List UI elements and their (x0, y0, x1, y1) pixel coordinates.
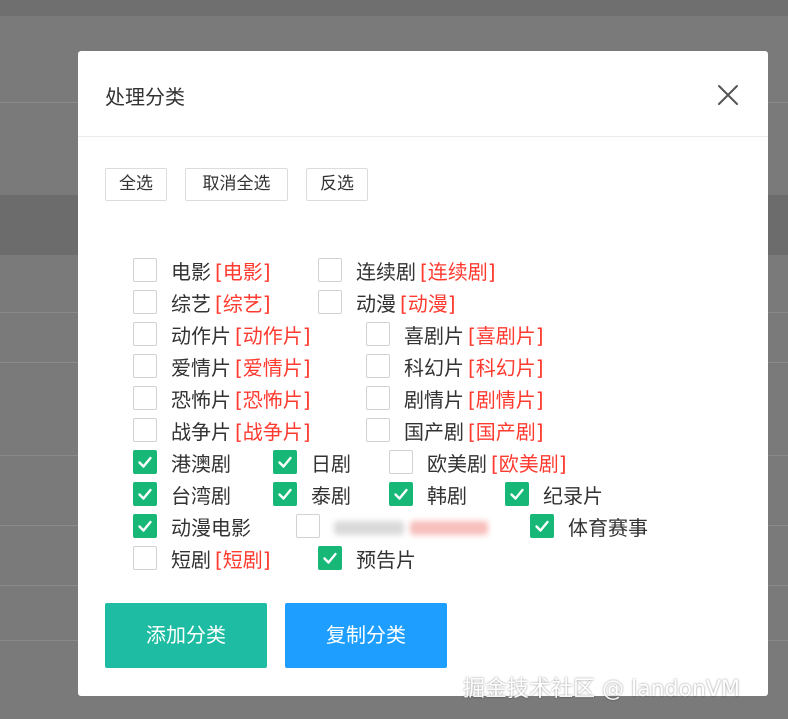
category-checkbox-item[interactable]: 短剧 [短剧] (133, 544, 271, 572)
checkbox-unchecked-icon[interactable] (133, 546, 157, 570)
category-checkbox-item[interactable]: 喜剧片 [喜剧片] (366, 320, 544, 348)
category-checkbox-item[interactable] (296, 512, 489, 540)
category-tag: [动作片] (235, 323, 311, 348)
category-checkbox-item[interactable]: 战争片 [战争片] (133, 416, 311, 444)
close-icon[interactable] (714, 81, 742, 109)
category-label: 预告片 (356, 547, 416, 572)
checkbox-checked-icon[interactable] (273, 450, 297, 474)
category-checkbox-item[interactable]: 纪录片 (505, 480, 603, 508)
category-label: 欧美剧 (427, 451, 487, 476)
checkbox-unchecked-icon[interactable] (133, 386, 157, 410)
category-label: 恐怖片 (171, 387, 231, 412)
category-tag: [国产剧] (468, 419, 544, 444)
category-label: 喜剧片 (404, 323, 464, 348)
category-checkbox-item[interactable]: 动漫电影 (133, 512, 251, 540)
deselect-all-button[interactable]: 取消全选 (185, 168, 288, 201)
select-all-button[interactable]: 全选 (105, 168, 167, 201)
category-tag: [战争片] (235, 419, 311, 444)
category-label: 综艺 (171, 291, 211, 316)
background-header (0, 0, 788, 16)
dialog-title: 处理分类 (105, 85, 185, 109)
category-checkbox-item[interactable]: 韩剧 (389, 480, 467, 508)
category-tag: [恐怖片] (235, 387, 311, 412)
category-tag: [科幻片] (468, 355, 544, 380)
category-checkbox-item[interactable]: 电影 [电影] (133, 256, 271, 284)
category-label: 战争片 (171, 419, 231, 444)
category-label: 国产剧 (404, 419, 464, 444)
category-label: 电影 (171, 259, 211, 284)
category-tag: [喜剧片] (468, 323, 544, 348)
copy-category-button[interactable]: 复制分类 (285, 603, 447, 668)
category-tag: [动漫] (400, 291, 456, 316)
category-label: 纪录片 (543, 483, 603, 508)
checkbox-unchecked-icon[interactable] (318, 258, 342, 282)
category-tag: [短剧] (215, 547, 271, 572)
checkbox-checked-icon[interactable] (389, 482, 413, 506)
obscured-category-label (334, 514, 489, 538)
checkbox-unchecked-icon[interactable] (133, 258, 157, 282)
category-checkbox-item[interactable]: 预告片 (318, 544, 416, 572)
category-tag: [剧情片] (468, 387, 544, 412)
category-checkbox-item[interactable]: 港澳剧 (133, 448, 231, 476)
watermark: 掘金技术社区 @ landonVM (463, 677, 740, 702)
checkbox-unchecked-icon[interactable] (133, 418, 157, 442)
add-category-button[interactable]: 添加分类 (105, 603, 267, 668)
category-checkbox-item[interactable]: 综艺 [综艺] (133, 288, 271, 316)
category-label: 动作片 (171, 323, 231, 348)
checkbox-unchecked-icon[interactable] (366, 354, 390, 378)
checkbox-checked-icon[interactable] (273, 482, 297, 506)
checkbox-unchecked-icon[interactable] (318, 290, 342, 314)
category-tag: [综艺] (215, 291, 271, 316)
category-label: 科幻片 (404, 355, 464, 380)
category-checkbox-item[interactable]: 体育赛事 (530, 512, 648, 540)
category-checkbox-item[interactable]: 动作片 [动作片] (133, 320, 311, 348)
checkbox-checked-icon[interactable] (505, 482, 529, 506)
checkbox-unchecked-icon[interactable] (133, 290, 157, 314)
category-tag: [爱情片] (235, 355, 311, 380)
checkbox-checked-icon[interactable] (530, 514, 554, 538)
category-label: 动漫电影 (171, 515, 251, 540)
checkbox-unchecked-icon[interactable] (296, 514, 320, 538)
checkbox-unchecked-icon[interactable] (366, 322, 390, 346)
category-checkbox-item[interactable]: 连续剧 [连续剧] (318, 256, 496, 284)
category-dialog: 处理分类 全选 取消全选 反选 电影 [电影] 连续剧 [连续剧] 综艺 [综艺] 动漫 [动… (78, 51, 768, 696)
category-checkbox-item[interactable]: 欧美剧 [欧美剧] (389, 448, 567, 476)
category-checkbox-item[interactable]: 台湾剧 (133, 480, 231, 508)
category-label: 港澳剧 (171, 451, 231, 476)
category-label: 爱情片 (171, 355, 231, 380)
checkbox-unchecked-icon[interactable] (366, 418, 390, 442)
checkbox-unchecked-icon[interactable] (366, 386, 390, 410)
category-tag: [电影] (215, 259, 271, 284)
category-label: 韩剧 (427, 483, 467, 508)
category-tag: [连续剧] (420, 259, 496, 284)
category-label: 体育赛事 (568, 515, 648, 540)
checkbox-checked-icon[interactable] (318, 546, 342, 570)
category-checkbox-item[interactable]: 动漫 [动漫] (318, 288, 456, 316)
category-tag: [欧美剧] (491, 451, 567, 476)
category-label: 动漫 (356, 291, 396, 316)
category-checkbox-item[interactable]: 日剧 (273, 448, 351, 476)
category-label: 台湾剧 (171, 483, 231, 508)
category-checkbox-item[interactable]: 科幻片 [科幻片] (366, 352, 544, 380)
category-label: 日剧 (311, 451, 351, 476)
category-checkbox-item[interactable]: 剧情片 [剧情片] (366, 384, 544, 412)
category-label: 连续剧 (356, 259, 416, 284)
category-checkbox-item[interactable]: 恐怖片 [恐怖片] (133, 384, 311, 412)
category-label: 泰剧 (311, 483, 351, 508)
checkbox-checked-icon[interactable] (133, 514, 157, 538)
invert-selection-button[interactable]: 反选 (306, 168, 368, 201)
header-divider (78, 136, 768, 137)
checkbox-unchecked-icon[interactable] (389, 450, 413, 474)
checkbox-checked-icon[interactable] (133, 450, 157, 474)
checkbox-checked-icon[interactable] (133, 482, 157, 506)
checkbox-unchecked-icon[interactable] (133, 322, 157, 346)
category-label: 剧情片 (404, 387, 464, 412)
category-label: 短剧 (171, 547, 211, 572)
category-checkbox-item[interactable]: 爱情片 [爱情片] (133, 352, 311, 380)
category-checkbox-item[interactable]: 泰剧 (273, 480, 351, 508)
category-checkbox-item[interactable]: 国产剧 [国产剧] (366, 416, 544, 444)
checkbox-unchecked-icon[interactable] (133, 354, 157, 378)
